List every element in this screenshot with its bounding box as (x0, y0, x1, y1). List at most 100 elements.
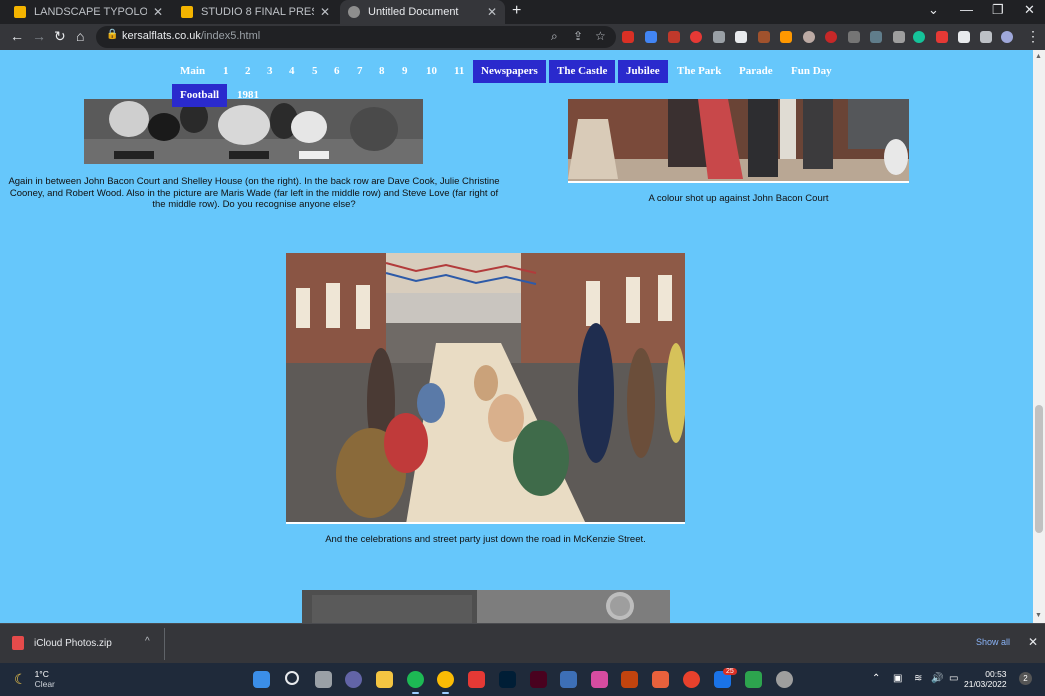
nav-link-newspapers[interactable]: Newspapers (473, 60, 546, 83)
tab-studio-8[interactable]: STUDIO 8 FINAL PRESENTATION ✕ (173, 0, 338, 24)
windows-start-icon[interactable] (253, 671, 270, 688)
close-downloads-icon[interactable]: ✕ (1028, 635, 1038, 649)
nav-link-1981[interactable]: 1981 (229, 84, 267, 107)
home-icon[interactable]: ⌂ (76, 28, 84, 44)
photos-icon[interactable] (591, 671, 608, 688)
scrollbar-thumb[interactable] (1035, 405, 1043, 533)
wifi-icon[interactable]: ≋ (914, 673, 922, 684)
chevron-up-icon[interactable]: ⌃ (872, 673, 880, 684)
download-item[interactable]: iCloud Photos.zip (12, 636, 112, 650)
tab-title: Untitled Document (368, 6, 459, 18)
nav-link-3[interactable]: 3 (259, 60, 281, 83)
nav-link-parade[interactable]: Parade (731, 60, 781, 83)
spotify-icon[interactable] (407, 671, 424, 694)
nav-link-football[interactable]: Football (172, 84, 228, 107)
nav-link-fun-day[interactable]: Fun Day (783, 60, 840, 83)
nav-link-8[interactable]: 8 (371, 60, 393, 83)
bookmark-star-icon[interactable]: ☆ (595, 29, 606, 43)
extension-icon[interactable] (713, 31, 725, 43)
nav-link-4[interactable]: 4 (281, 60, 303, 83)
lock-icon: 🔒 (106, 29, 119, 40)
nav-link-6[interactable]: 6 (326, 60, 348, 83)
battery-icon[interactable]: ▭ (949, 673, 958, 684)
nav-link-10[interactable]: 10 (418, 60, 445, 83)
nav-link-11[interactable]: 11 (446, 60, 472, 83)
notification-badge[interactable]: 2 (1019, 672, 1032, 685)
app-icon[interactable] (776, 671, 793, 688)
nav-link-jubilee[interactable]: Jubilee (618, 60, 668, 83)
slides-icon (14, 6, 26, 18)
close-tab-icon[interactable]: ✕ (320, 5, 330, 19)
nav-link-9[interactable]: 9 (394, 60, 416, 83)
chrome-icon[interactable] (437, 671, 454, 694)
task-view-icon[interactable] (315, 671, 332, 688)
weather-temperature: 1°C (34, 669, 49, 679)
address-bar[interactable]: 🔒 kersalflats.co.uk/index5.html ⌕ ⇪ ☆ (96, 26, 616, 48)
forward-icon[interactable]: → (32, 28, 46, 44)
nav-link-7[interactable]: 7 (349, 60, 371, 83)
side-panel-icon[interactable] (980, 31, 992, 43)
teams-chat-icon[interactable] (345, 671, 362, 688)
nav-link-2[interactable]: 2 (237, 60, 259, 83)
translate-icon[interactable] (645, 31, 657, 43)
nav-link-1[interactable]: 1 (215, 60, 237, 83)
extension-icon[interactable] (622, 31, 634, 43)
file-explorer-icon[interactable] (376, 671, 393, 688)
acrobat-icon[interactable] (468, 671, 485, 688)
close-tab-icon[interactable]: ✕ (153, 5, 163, 19)
nav-link-the-castle[interactable]: The Castle (549, 60, 616, 83)
extension-icon[interactable] (758, 31, 770, 43)
adblock-icon[interactable] (690, 31, 702, 43)
photoshop-icon[interactable] (499, 671, 516, 688)
app-icon[interactable] (683, 671, 700, 688)
new-tab-button[interactable]: + (512, 2, 521, 20)
extension-icon[interactable] (780, 31, 792, 43)
tab-search-icon[interactable]: ⌄ (928, 2, 939, 18)
store-icon[interactable] (745, 671, 762, 688)
scroll-up-arrow-icon[interactable]: ▲ (1035, 53, 1042, 60)
extension-icon[interactable] (735, 31, 747, 43)
reload-icon[interactable]: ↻ (54, 28, 66, 45)
extension-icon[interactable] (936, 31, 948, 43)
nav-link-main[interactable]: Main (172, 60, 213, 83)
indesign-icon[interactable] (530, 671, 547, 688)
weather-widget[interactable]: ☾ 1°C Clear (14, 669, 55, 689)
taskbar-clock[interactable]: 00:53 21/03/2022 (964, 669, 1007, 689)
extension-icon[interactable] (848, 31, 860, 43)
zoom-search-icon[interactable]: ⌕ (551, 29, 558, 44)
page-scrollbar[interactable]: ▲ ▼ (1033, 50, 1045, 623)
close-window-icon[interactable]: ✕ (1024, 2, 1035, 18)
minimize-icon[interactable]: — (960, 2, 973, 17)
app-icon[interactable] (652, 671, 669, 688)
extension-icon[interactable] (803, 31, 815, 43)
menu-kebab-icon[interactable]: ⋮ (1026, 28, 1040, 45)
extension-icon[interactable] (893, 31, 905, 43)
tab-untitled-document[interactable]: Untitled Document ✕ (340, 0, 505, 24)
extensions-puzzle-icon[interactable] (958, 31, 970, 43)
sketchup-icon[interactable] (560, 671, 577, 688)
close-tab-icon[interactable]: ✕ (487, 5, 497, 19)
share-icon[interactable]: ⇪ (573, 29, 583, 43)
search-icon[interactable] (285, 671, 299, 685)
scroll-down-arrow-icon[interactable]: ▼ (1035, 612, 1042, 619)
app-icon[interactable] (621, 671, 638, 688)
back-icon[interactable]: ← (10, 28, 24, 44)
nav-link-5[interactable]: 5 (304, 60, 326, 83)
display-icon[interactable]: ▣ (893, 673, 902, 684)
chevron-up-icon[interactable]: ^ (145, 636, 150, 647)
grammarly-icon[interactable] (913, 31, 925, 43)
mail-badge: 25 (723, 668, 737, 675)
extension-icon[interactable] (825, 31, 837, 43)
tab-landscape-typology[interactable]: LANDSCAPE TYPOLOGY - Googl ✕ (6, 0, 171, 24)
speaker-icon[interactable]: 🔊 (931, 673, 943, 684)
photo-bottom-image (302, 590, 670, 623)
profile-avatar[interactable] (1001, 31, 1013, 43)
extension-icon[interactable] (870, 31, 882, 43)
clock-date: 21/03/2022 (964, 679, 1007, 689)
extension-icon[interactable] (668, 31, 680, 43)
street-party-image (286, 253, 685, 522)
url-domain: kersalflats.co.uk (122, 30, 201, 42)
nav-link-the-park[interactable]: The Park (669, 60, 729, 83)
restore-icon[interactable]: ❐ (992, 2, 1004, 18)
show-all-button[interactable]: Show all (976, 637, 1010, 647)
